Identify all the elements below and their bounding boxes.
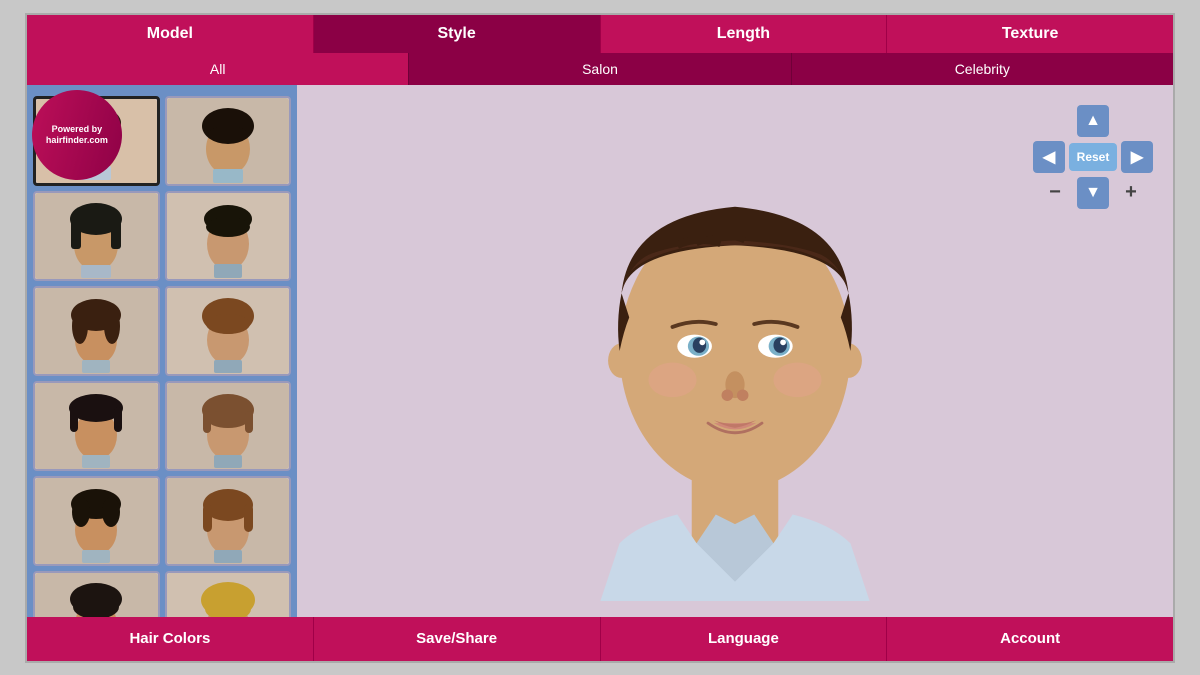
bottom-toolbar: Hair Colors Save/Share Language Account <box>27 617 1173 661</box>
thumb-8[interactable] <box>165 381 292 471</box>
minus-icon: − <box>1049 181 1061 203</box>
language-button[interactable]: Language <box>601 617 888 661</box>
thumb-11[interactable] <box>33 571 160 617</box>
tab-style[interactable]: Style <box>314 15 601 53</box>
thumb-10[interactable] <box>165 476 292 566</box>
right-arrow-icon: ▶ <box>1131 147 1143 167</box>
thumb-2[interactable] <box>165 96 292 186</box>
left-arrow-icon: ◀ <box>1043 147 1055 167</box>
hair-colors-button[interactable]: Hair Colors <box>27 617 314 661</box>
sub-nav: All Salon Celebrity <box>27 53 1173 85</box>
app-container: Model Style Length Texture All Salon Cel… <box>25 13 1175 663</box>
sub-tab-salon[interactable]: Salon <box>409 53 791 85</box>
account-button[interactable]: Account <box>887 617 1173 661</box>
thumb-9[interactable] <box>33 476 160 566</box>
tab-model[interactable]: Model <box>27 15 314 53</box>
thumb-4[interactable] <box>165 191 292 281</box>
zoom-out-button[interactable]: − <box>1041 179 1069 207</box>
sub-tab-all[interactable]: All <box>27 53 409 85</box>
nav-right-button[interactable]: ▶ <box>1121 141 1153 173</box>
nav-controls: ▲ ◀ Reset ▶ − <box>1033 105 1153 209</box>
sidebar: Powered by hairfinder.com <box>27 85 297 617</box>
large-face-preview <box>525 91 945 611</box>
thumb-7[interactable] <box>33 381 160 471</box>
top-nav: Model Style Length Texture <box>27 15 1173 53</box>
thumb-5[interactable] <box>33 286 160 376</box>
up-arrow-icon: ▲ <box>1085 112 1101 130</box>
thumb-12[interactable] <box>165 571 292 617</box>
brand-text: Powered by hairfinder.com <box>46 124 108 146</box>
face-svg <box>535 101 935 601</box>
sub-tab-celebrity[interactable]: Celebrity <box>792 53 1173 85</box>
plus-icon: + <box>1125 181 1137 203</box>
main-content: Powered by hairfinder.com <box>27 85 1173 617</box>
preview-area: ▲ ◀ Reset ▶ − <box>297 85 1173 617</box>
nav-up-button[interactable]: ▲ <box>1077 105 1109 137</box>
nav-down-button[interactable]: ▼ <box>1077 177 1109 209</box>
thumb-3[interactable] <box>33 191 160 281</box>
down-arrow-icon: ▼ <box>1085 184 1101 202</box>
tab-texture[interactable]: Texture <box>887 15 1173 53</box>
tab-length[interactable]: Length <box>601 15 888 53</box>
zoom-in-button[interactable]: + <box>1117 179 1145 207</box>
nav-left-button[interactable]: ◀ <box>1033 141 1065 173</box>
reset-button[interactable]: Reset <box>1069 143 1117 171</box>
save-share-button[interactable]: Save/Share <box>314 617 601 661</box>
thumb-6[interactable] <box>165 286 292 376</box>
